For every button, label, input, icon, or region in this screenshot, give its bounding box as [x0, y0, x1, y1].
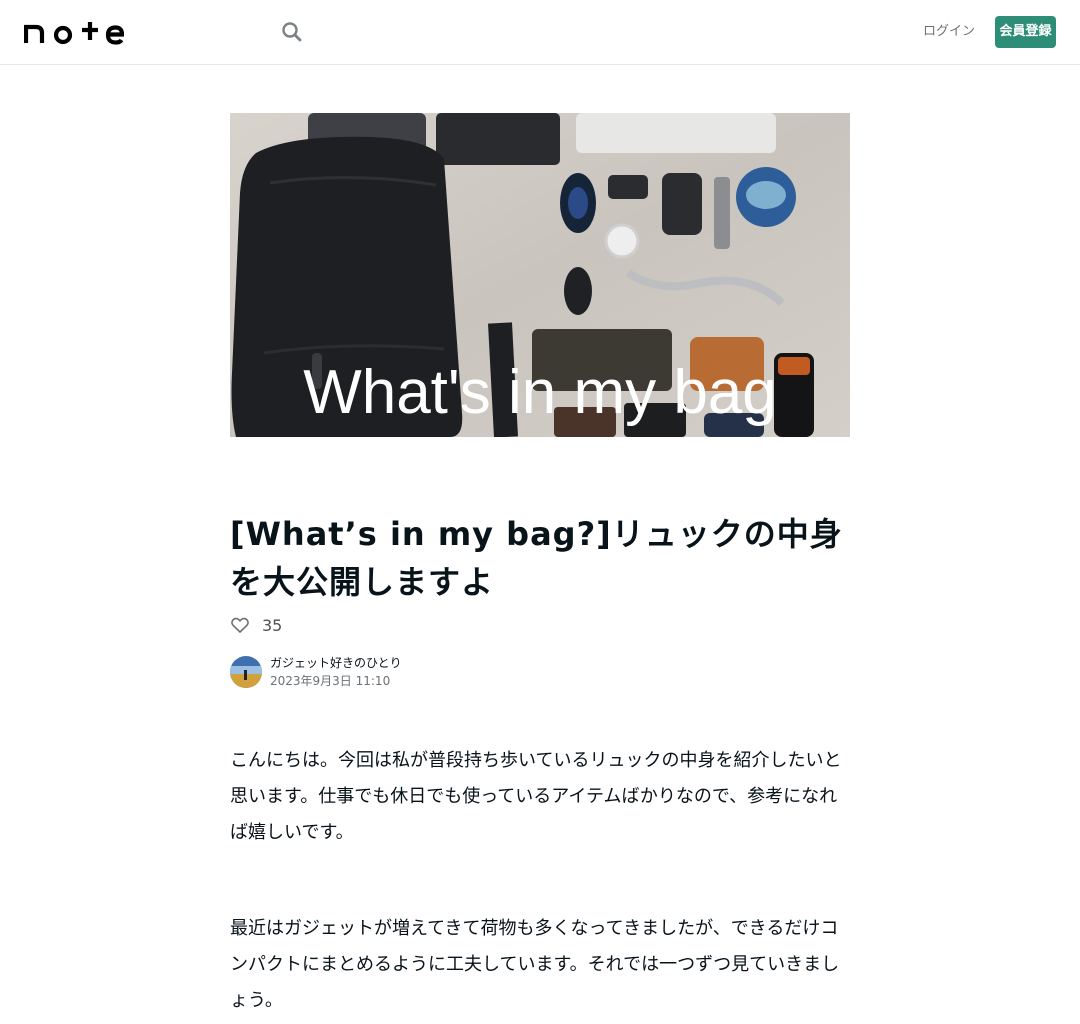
site-header: ログイン 会員登録 [0, 0, 1080, 65]
heart-icon[interactable] [230, 615, 250, 635]
article-title: [What’s in my bag?]リュックの中身を大公開しますよ [230, 515, 843, 601]
author-info: ガジェット好きのひとり 2023年9月3日 11:10 [230, 655, 402, 689]
signup-button[interactable]: 会員登録 [995, 16, 1056, 48]
article-paragraph: 最近はガジェットが増えてきて荷物も多くなってきましたが、できるだけコンパクトにま… [230, 918, 840, 1011]
svg-text:What's in my bag: What's in my bag [303, 358, 777, 427]
login-link[interactable]: ログイン [922, 22, 976, 42]
author-name[interactable]: ガジェット好きのひとり [270, 655, 402, 672]
hero-overlay-text: What's in my bag [303, 358, 777, 427]
note-logo[interactable] [24, 19, 124, 45]
like-area: 35 [230, 614, 282, 636]
article-paragraph: こんにちは。今回は私が普段持ち歩いているリュックの中身を紹介したいと思います。仕… [230, 750, 842, 843]
hero-image: What's in my bag [230, 113, 850, 437]
avatar[interactable] [230, 656, 262, 688]
search-icon[interactable] [278, 18, 306, 46]
post-date: 2023年9月3日 11:10 [270, 673, 391, 688]
like-count: 35 [262, 615, 283, 635]
